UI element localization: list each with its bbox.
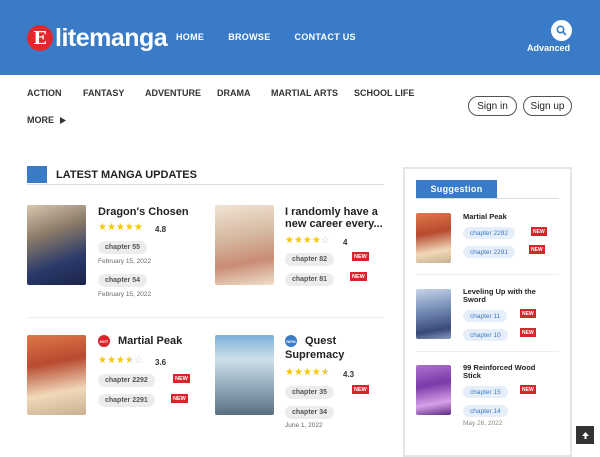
rating-value: 4.8 xyxy=(155,225,167,234)
chapter-chip[interactable]: chapter 55 xyxy=(98,241,148,254)
new-badge: NEW xyxy=(520,309,536,318)
new-badge: NEW xyxy=(531,227,547,236)
chapter-date: February 15, 2022 xyxy=(98,258,152,265)
heading-square-icon xyxy=(27,166,47,183)
nav-browse[interactable]: BROWSE xyxy=(228,32,270,42)
suggestion-chapter-chip[interactable]: chapter 10 xyxy=(463,329,508,341)
suggestion-cover[interactable] xyxy=(416,365,451,415)
rating-value: 3.6 xyxy=(155,358,167,367)
suggestion-chapter-chip[interactable]: chapter 15 xyxy=(463,386,508,398)
search-button[interactable] xyxy=(551,20,572,41)
site-logo[interactable]: E litemanga xyxy=(27,22,168,54)
manga-title-line1[interactable]: Quest xyxy=(305,335,336,347)
suggestion-manga-title[interactable]: Martial Peak xyxy=(463,213,543,221)
star-rating: ★★★★★ xyxy=(98,222,143,233)
star-rating: ★★★★☆ xyxy=(98,355,143,366)
suggestion-manga-title[interactable]: Leveling Up with the Sword xyxy=(463,288,543,304)
new-badge: NEW xyxy=(520,328,536,337)
suggestion-manga-title[interactable]: 99 Reinforced Wood Stick xyxy=(463,364,543,380)
new-badge: NEW xyxy=(352,252,369,261)
back-to-top-button[interactable] xyxy=(576,426,594,444)
manga-title-line2[interactable]: Supremacy xyxy=(285,349,344,361)
site-header: E litemanga HOME BROWSE CONTACT US Advan… xyxy=(0,0,600,75)
genre-action[interactable]: ACTION xyxy=(27,88,62,98)
latest-section-heading: LATEST MANGA UPDATES xyxy=(27,166,197,183)
row-divider xyxy=(27,317,384,318)
advanced-search-link[interactable]: Advanced xyxy=(527,43,570,53)
logo-badge: E xyxy=(27,25,53,51)
rating-value: 4 xyxy=(343,238,348,247)
new-badge: NEW xyxy=(352,385,369,394)
hot-badge: HOT xyxy=(98,335,110,347)
new-badge: NEW xyxy=(520,385,536,394)
cover-dragons-chosen[interactable] xyxy=(27,205,86,285)
chapter-chip[interactable]: chapter 54 xyxy=(98,274,148,287)
sign-in-button[interactable]: Sign in xyxy=(468,96,517,116)
latest-title: LATEST MANGA UPDATES xyxy=(56,168,197,181)
search-icon xyxy=(556,25,567,36)
suggestion-cover[interactable] xyxy=(416,289,451,339)
chapter-chip[interactable]: chapter 2292 xyxy=(98,374,155,387)
suggestion-underline xyxy=(416,198,559,199)
new-tag-badge: NEW xyxy=(285,335,297,347)
caret-right-icon xyxy=(60,116,66,124)
genre-adventure[interactable]: ADVENTURE xyxy=(145,88,201,98)
suggestion-title: Suggestion xyxy=(416,180,497,198)
new-badge: NEW xyxy=(171,394,188,403)
suggestion-chapter-chip[interactable]: chapter 2291 xyxy=(463,246,515,258)
sign-up-button[interactable]: Sign up xyxy=(523,96,572,116)
suggestion-chapter-date: May 26, 2022 xyxy=(463,420,503,427)
new-badge: NEW xyxy=(529,245,545,254)
chapter-date: February 15, 2022 xyxy=(98,291,152,298)
heading-underline xyxy=(27,184,384,185)
nav-home[interactable]: HOME xyxy=(176,32,204,42)
star-rating: ★★★★☆ xyxy=(285,235,330,246)
suggestion-chapter-chip[interactable]: chapter 2292 xyxy=(463,227,515,239)
genre-school-life[interactable]: SCHOOL LIFE xyxy=(354,88,414,98)
genre-martial-arts[interactable]: MARTIAL ARTS xyxy=(271,88,338,98)
star-rating: ★★★★★ xyxy=(285,367,330,378)
chapter-chip[interactable]: chapter 2291 xyxy=(98,394,155,407)
chapter-chip[interactable]: chapter 82 xyxy=(285,253,335,266)
new-badge: NEW xyxy=(350,272,367,281)
new-badge: NEW xyxy=(173,374,190,383)
genre-fantasy[interactable]: FANTASY xyxy=(83,88,124,98)
chapter-chip[interactable]: chapter 34 xyxy=(285,406,335,419)
cover-random-career[interactable] xyxy=(215,205,274,285)
chapter-chip[interactable]: chapter 81 xyxy=(285,273,335,286)
more-label: MORE xyxy=(27,115,54,125)
suggestion-chapter-chip[interactable]: chapter 14 xyxy=(463,405,508,417)
cover-martial-peak[interactable] xyxy=(27,335,86,415)
suggestion-divider xyxy=(416,274,559,275)
cover-quest-supremacy[interactable] xyxy=(215,335,274,415)
more-genres-button[interactable]: MORE xyxy=(27,115,66,125)
chapter-date: June 1, 2022 xyxy=(285,422,323,429)
logo-text: litemanga xyxy=(55,23,168,52)
arrow-up-icon xyxy=(581,431,589,439)
main-nav: HOME BROWSE CONTACT US xyxy=(176,32,356,42)
suggestion-cover[interactable] xyxy=(416,213,451,263)
manga-title[interactable]: Dragon's Chosen xyxy=(98,206,189,218)
chapter-chip[interactable]: chapter 35 xyxy=(285,386,335,399)
genre-drama[interactable]: DRAMA xyxy=(217,88,251,98)
rating-value: 4.3 xyxy=(343,370,355,379)
suggestion-chapter-chip[interactable]: chapter 11 xyxy=(463,310,508,322)
suggestion-divider xyxy=(416,351,559,352)
nav-contact[interactable]: CONTACT US xyxy=(295,32,356,42)
manga-title[interactable]: I randomly have a new career every... xyxy=(285,206,385,230)
manga-title[interactable]: Martial Peak xyxy=(118,335,182,347)
